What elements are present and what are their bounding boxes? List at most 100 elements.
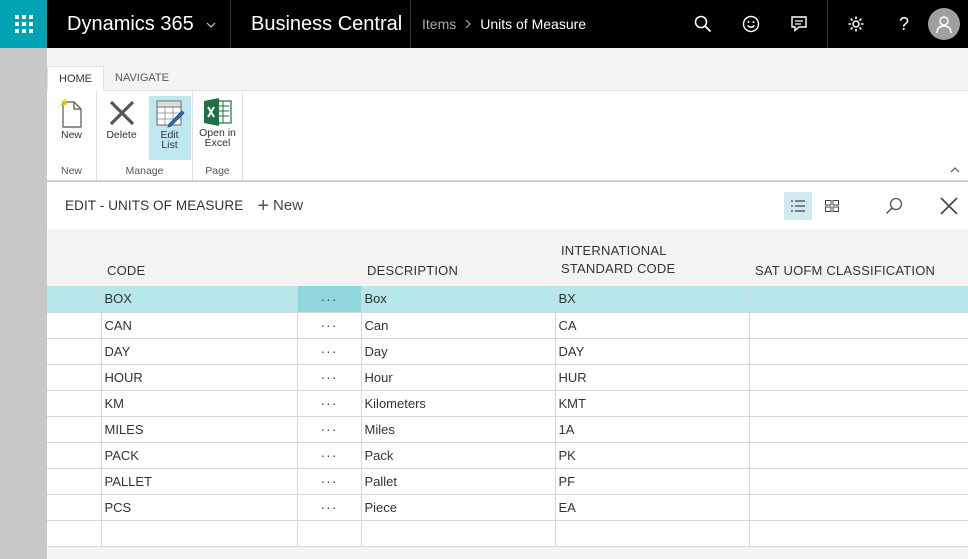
international-code-cell[interactable]: PF [555,468,750,495]
international-code-cell[interactable]: CA [555,312,750,339]
empty-cell[interactable] [47,520,102,547]
sat-classification-cell[interactable] [749,442,968,469]
breadcrumb-current: Units of Measure [480,16,587,32]
table-row[interactable]: MILES ··· Miles 1A [47,416,968,443]
row-selector-cell[interactable] [47,390,102,417]
close-page-button[interactable] [934,192,964,220]
international-code-cell[interactable]: DAY [555,338,750,365]
row-selector-cell[interactable] [47,312,102,339]
code-cell[interactable]: PALLET [101,468,298,495]
sat-classification-cell[interactable] [749,286,968,313]
row-selector-cell[interactable] [47,442,102,469]
row-actions-button[interactable]: ··· [297,468,362,495]
breadcrumb-items[interactable]: Items [422,16,456,32]
row-selector-cell[interactable] [47,364,102,391]
settings-button[interactable] [832,0,880,48]
row-selector-cell[interactable] [47,494,102,521]
description-cell[interactable]: Kilometers [361,390,556,417]
chevron-down-icon [206,17,216,31]
column-header-international[interactable]: INTERNATIONAL STANDARD CODE [555,229,749,286]
column-header-code[interactable]: CODE [101,229,297,286]
delete-button[interactable]: Delete [99,96,145,160]
sat-classification-cell[interactable] [749,494,968,521]
international-code-cell[interactable]: KMT [555,390,750,417]
tab-home[interactable]: HOME [47,66,104,91]
row-actions-button[interactable]: ··· [297,390,362,417]
description-cell[interactable]: Pack [361,442,556,469]
table-row[interactable]: PCS ··· Piece EA [47,494,968,521]
code-cell[interactable]: KM [101,390,298,417]
description-cell[interactable]: Miles [361,416,556,443]
row-actions-button[interactable]: ··· [297,364,362,391]
table-row[interactable]: KM ··· Kilometers KMT [47,390,968,417]
table-row[interactable]: DAY ··· Day DAY [47,338,968,365]
tile-view-button[interactable] [818,192,846,220]
list-view-button[interactable] [784,191,812,220]
add-new-button[interactable]: + New [257,196,303,216]
table-row[interactable]: CAN ··· Can CA [47,312,968,339]
code-cell[interactable]: CAN [101,312,298,339]
row-actions-button[interactable]: ··· [297,442,362,469]
open-in-excel-button[interactable]: Open in Excel [196,96,240,160]
international-code-cell[interactable]: BX [555,286,750,313]
row-selector-cell[interactable] [47,338,102,365]
column-header-description[interactable]: DESCRIPTION [361,229,555,286]
table-row[interactable]: BOX ··· Box BX [47,286,968,313]
column-header-code-label: CODE [107,263,146,278]
app-launcher-button[interactable] [0,0,47,48]
sat-classification-cell[interactable] [749,416,968,443]
sat-classification-cell[interactable] [749,312,968,339]
help-button[interactable]: ? [880,0,928,48]
sat-classification-cell[interactable] [749,364,968,391]
empty-cell[interactable] [749,520,968,547]
empty-cell[interactable] [555,520,750,547]
description-cell[interactable]: Piece [361,494,556,521]
collapse-ribbon-button[interactable] [950,165,960,176]
description-cell[interactable]: Day [361,338,556,365]
code-cell[interactable]: HOUR [101,364,298,391]
search-list-button[interactable] [880,192,908,220]
empty-cell[interactable] [361,520,556,547]
description-cell[interactable]: Hour [361,364,556,391]
sat-classification-cell[interactable] [749,390,968,417]
description-cell[interactable]: Box [361,286,556,313]
description-cell[interactable]: Can [361,312,556,339]
table-row[interactable]: HOUR ··· Hour HUR [47,364,968,391]
international-code-cell[interactable]: 1A [555,416,750,443]
code-cell[interactable]: BOX [101,286,298,313]
sat-classification-cell[interactable] [749,338,968,365]
row-actions-button[interactable]: ··· [297,338,362,365]
tab-navigate[interactable]: NAVIGATE [104,66,180,90]
brand-menu[interactable]: Dynamics 365 [47,0,231,48]
row-actions-button[interactable]: ··· [297,494,362,521]
table-row[interactable]: PALLET ··· Pallet PF [47,468,968,495]
empty-cell[interactable] [297,520,362,547]
code-cell[interactable]: PCS [101,494,298,521]
row-selector-cell[interactable] [47,286,102,313]
row-actions-button[interactable]: ··· [297,416,362,443]
row-actions-button[interactable]: ··· [297,286,362,313]
international-code-cell[interactable]: HUR [555,364,750,391]
column-header-sat[interactable]: SAT UOFM CLASSIFICATION [749,229,968,286]
feedback-smile-button[interactable] [727,0,775,48]
row-selector-cell[interactable] [47,468,102,495]
units-grid: CODE DESCRIPTION INTERNATIONAL STANDARD … [47,229,968,559]
code-cell[interactable]: MILES [101,416,298,443]
search-button[interactable] [679,0,727,48]
row-selector-cell[interactable] [47,416,102,443]
new-button[interactable]: New [58,96,86,160]
row-actions-button[interactable]: ··· [297,312,362,339]
international-code-cell[interactable]: EA [555,494,750,521]
code-cell[interactable]: DAY [101,338,298,365]
code-cell[interactable]: PACK [101,442,298,469]
empty-cell[interactable] [101,520,298,547]
messages-button[interactable] [775,0,823,48]
international-code-cell[interactable]: PK [555,442,750,469]
table-row-empty[interactable] [47,520,968,547]
description-cell[interactable]: Pallet [361,468,556,495]
edit-list-button[interactable]: Edit List [148,96,191,160]
table-row[interactable]: PACK ··· Pack PK [47,442,968,469]
avatar[interactable] [928,8,960,40]
product-name[interactable]: Business Central [231,0,411,48]
sat-classification-cell[interactable] [749,468,968,495]
